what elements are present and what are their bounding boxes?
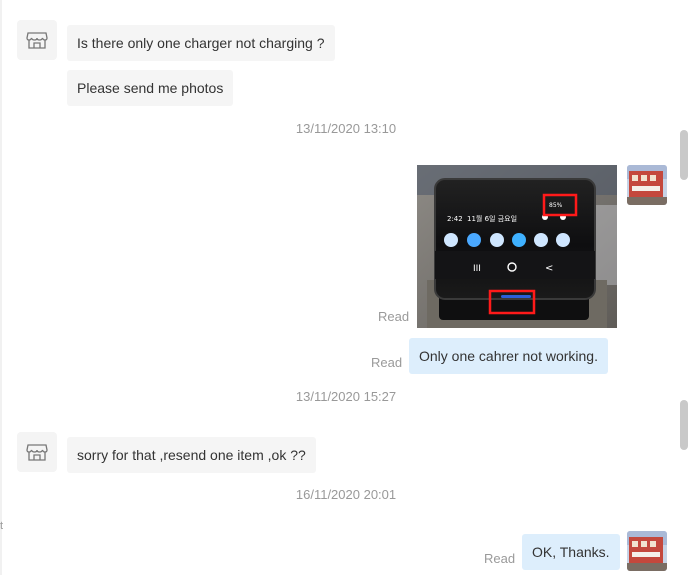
scrollbar-thumb[interactable] bbox=[680, 130, 688, 180]
read-receipt: Read bbox=[484, 551, 516, 566]
message-bubble: OK, Thanks. bbox=[522, 534, 620, 570]
user-avatar bbox=[627, 165, 667, 205]
message-bubble: Only one cahrer not working. bbox=[409, 338, 608, 374]
shop-avatar bbox=[17, 432, 57, 472]
read-receipt: Read bbox=[371, 355, 403, 370]
svg-text:<: < bbox=[545, 263, 553, 274]
photo-attachment[interactable]: 2:42 11월 6일 금요일 85% III < bbox=[417, 165, 617, 328]
svg-text:III: III bbox=[473, 264, 481, 274]
store-icon bbox=[26, 444, 48, 461]
photo-image: 2:42 11월 6일 금요일 85% III < bbox=[417, 165, 617, 328]
message-bubble: sorry for that ,resend one item ,ok ?? bbox=[67, 437, 316, 473]
user-avatar bbox=[627, 531, 667, 571]
scrollbar-thumb-secondary[interactable] bbox=[680, 400, 688, 450]
avatar-image bbox=[627, 165, 667, 205]
timestamp: 16/11/2020 20:01 bbox=[295, 487, 397, 502]
chat-panel: t Is there only one charger not charging… bbox=[0, 0, 692, 575]
read-receipt: Read bbox=[378, 309, 410, 324]
photo-clock: 2:42 bbox=[447, 215, 463, 223]
message-bubble: Is there only one charger not charging ? bbox=[67, 25, 335, 61]
timestamp: 13/11/2020 15:27 bbox=[295, 389, 397, 404]
avatar-image bbox=[627, 531, 667, 571]
scrollbar[interactable] bbox=[680, 0, 690, 575]
timestamp: 13/11/2020 13:10 bbox=[295, 121, 397, 136]
photo-battery: 85% bbox=[549, 202, 563, 209]
photo-date: 11월 6일 금요일 bbox=[467, 214, 517, 223]
shop-avatar bbox=[17, 20, 57, 60]
message-bubble: Please send me photos bbox=[67, 70, 234, 106]
cut-off-text: t bbox=[0, 520, 4, 532]
store-icon bbox=[26, 32, 48, 49]
